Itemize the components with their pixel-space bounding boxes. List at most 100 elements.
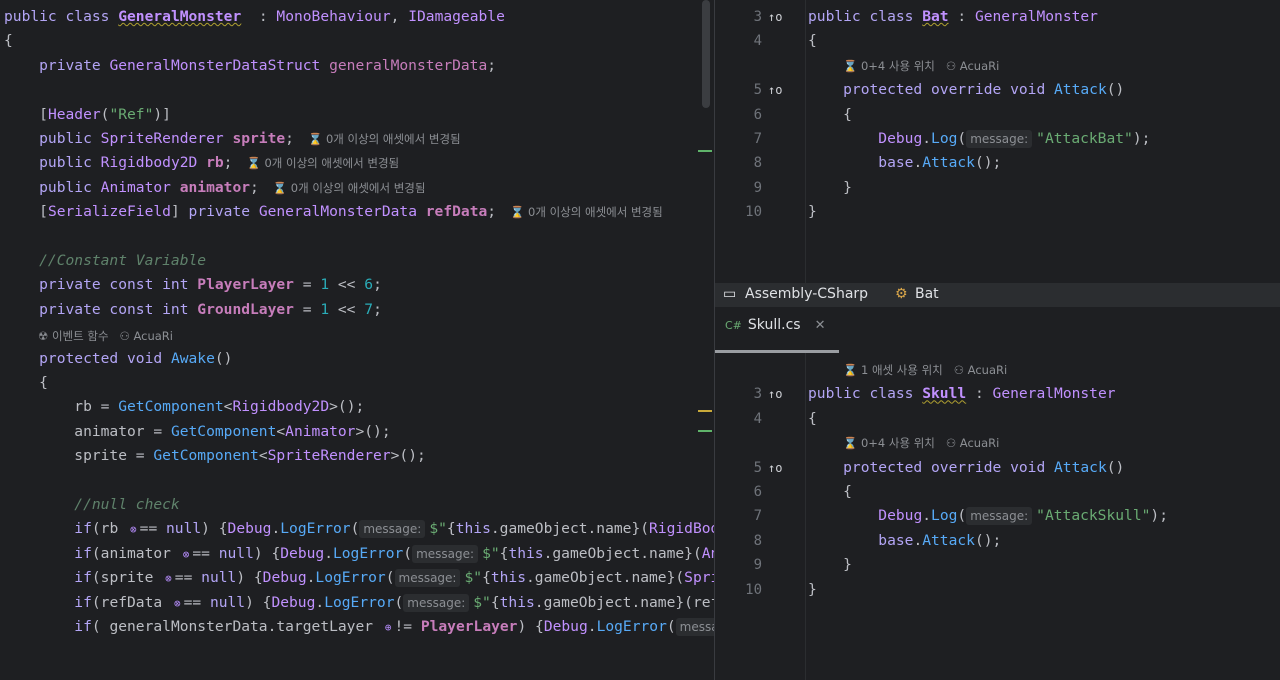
code-line[interactable]: private const int GroundLayer = 1 << 7; [4, 298, 382, 322]
code-token: Awake [170, 349, 215, 367]
code-line[interactable]: [SerializeField] private GeneralMonsterD… [4, 200, 496, 224]
line-number: 3 [753, 9, 762, 25]
code-line[interactable]: //Constant Variable [4, 249, 206, 273]
code-line[interactable]: } [808, 176, 852, 200]
code-token: this [490, 569, 527, 587]
code-line[interactable]: protected void Awake() [4, 347, 232, 371]
ide-root: public class GeneralMonster : MonoBehavi… [0, 0, 1280, 680]
code-vision-hint[interactable]: ⌛ 0개 이상의 애셋에서 변경됨 [510, 201, 663, 223]
code-line[interactable]: } [808, 200, 817, 224]
code-vision-hint[interactable]: ⌛ 1 애셋 사용 위치 ⚇ AcuaRi [843, 359, 1007, 381]
editor-skull[interactable]: ⌛ 1 애셋 사용 위치 ⚇ AcuaRi 3 ↑o public class Sku… [715, 353, 1280, 680]
code-line[interactable]: public class GeneralMonster : MonoBehavi… [4, 5, 505, 29]
tab-skull[interactable]: C# Skull.cs ✕ [725, 317, 825, 333]
code-line[interactable]: { [4, 371, 48, 395]
code-line[interactable]: private const int PlayerLayer = 1 << 6; [4, 273, 382, 297]
editor-general-monster[interactable]: public class GeneralMonster : MonoBehavi… [0, 0, 714, 680]
code-line[interactable]: rb = GetComponent<Rigidbody2D>(); [4, 395, 364, 419]
code-vision-hint[interactable]: ⌛ 0+4 사용 위치 ⚇ AcuaRi [843, 432, 999, 454]
code-token: rb [206, 154, 224, 172]
code-line[interactable]: { [808, 407, 817, 431]
editor-bat[interactable]: 3 ↑o public class Bat : GeneralMonster 4 {⌛ … [715, 0, 1280, 283]
code-token: ( [385, 569, 395, 587]
code-line[interactable]: base.Attack(); [808, 151, 1001, 175]
code-token: { [4, 374, 48, 391]
inlay-icon: ⊕ [384, 621, 392, 634]
code-token: Skull [922, 385, 967, 403]
code-token: } [808, 556, 852, 574]
override-gutter-icon[interactable]: ↑o [768, 456, 782, 480]
code-token: () [1106, 458, 1125, 476]
code-token: Attack [1054, 458, 1107, 476]
code-vision-hint[interactable]: ⌛ 0개 이상의 애셋에서 변경됨 [246, 152, 399, 174]
code-token: ; [487, 56, 497, 74]
vertical-scrollbar[interactable] [702, 0, 710, 108]
code-line[interactable]: { [808, 29, 817, 53]
close-icon[interactable]: ✕ [815, 318, 826, 333]
override-gutter-icon[interactable]: ↑o [768, 382, 782, 406]
code-line[interactable]: protected override void Attack() [808, 456, 1124, 480]
inlay-icon: ⊗ [182, 547, 190, 561]
code-token: "AttackBat" [1036, 130, 1133, 147]
code-line[interactable]: animator = GetComponent<Animator>(); [4, 420, 390, 444]
code-token: "Ref" [109, 105, 154, 123]
code-token: : [966, 385, 993, 403]
code-line[interactable]: public class Skull : GeneralMonster [808, 382, 1116, 406]
code-line[interactable]: public class Bat : GeneralMonster [808, 5, 1098, 29]
code-line[interactable]: public SpriteRenderer sprite; [4, 127, 294, 151]
breadcrumb-class[interactable]: Bat [915, 286, 939, 302]
code-vision-hint[interactable]: ⌛ 0개 이상의 애셋에서 변경됨 [308, 128, 461, 150]
code-vision-hint[interactable]: ⌛ 0개 이상의 애셋에서 변경됨 [273, 177, 426, 199]
code-token: GetComponent [170, 422, 277, 440]
code-line[interactable]: if(rb ⊗ == null) {Debug.LogError(message:… [4, 517, 714, 541]
code-line[interactable]: if(sprite ⊗ == null) {Debug.LogError(mess… [4, 566, 714, 590]
code-line[interactable]: if( generalMonsterData.targetLayer ⊕ != P… [4, 615, 714, 639]
code-token: ( [350, 520, 360, 538]
code-token: () [1106, 81, 1125, 99]
code-token: null [209, 593, 246, 611]
code-line[interactable]: Debug.Log(message: "AttackBat"); [808, 127, 1150, 151]
parameter-hint: messa [675, 618, 714, 636]
code-token: protected void [4, 349, 171, 367]
code-token: Attack [1054, 81, 1107, 99]
code-line[interactable]: //null check [4, 493, 179, 517]
code-token: 1 [320, 276, 330, 294]
code-line[interactable]: if(animator ⊗ == null) {Debug.LogError(me… [4, 542, 714, 566]
code-line[interactable]: protected override void Attack() [808, 78, 1124, 102]
code-token: generalMonsterData [329, 56, 488, 74]
code-token: .gameObject.name}( [543, 544, 702, 562]
code-token: == [192, 544, 219, 562]
code-line[interactable]: if(refData ⊗ == null) {Debug.LogError(mes… [4, 591, 714, 615]
override-gutter-icon[interactable]: ↑o [768, 78, 782, 102]
code-line[interactable]: [Header("Ref")] [4, 103, 171, 127]
code-token: $" [482, 544, 500, 562]
code-vision-hint[interactable]: ⌛ 0+4 사용 위치 ⚇ AcuaRi [843, 55, 999, 77]
breadcrumb-project[interactable]: Assembly-CSharp [745, 286, 868, 302]
code-token: GeneralMonsterData [258, 203, 426, 221]
code-token: == [183, 593, 210, 611]
code-token: < [258, 447, 268, 465]
code-line[interactable]: } [808, 578, 817, 602]
code-line[interactable]: sprite = GetComponent<SpriteRenderer>(); [4, 444, 426, 468]
code-token: public class [4, 8, 119, 25]
code-token: //Constant Variable [4, 252, 207, 269]
code-line[interactable]: { [4, 29, 13, 53]
code-token: LogError [280, 520, 351, 538]
code-line[interactable]: { [808, 103, 852, 127]
project-icon: ▭ [723, 286, 737, 302]
code-line[interactable]: public Animator animator; [4, 176, 259, 200]
code-line[interactable]: base.Attack(); [808, 529, 1001, 553]
code-token: ; [373, 300, 382, 318]
code-line[interactable]: public Rigidbody2D rb; [4, 151, 232, 175]
code-line[interactable]: { [808, 480, 852, 504]
code-vision-hint[interactable]: ☢ 이벤트 함수 ⚇ AcuaRi [38, 325, 173, 347]
code-token: Debug [280, 544, 325, 562]
code-line[interactable]: } [808, 553, 852, 577]
code-token: animator = [4, 422, 171, 440]
code-token: . [587, 618, 597, 635]
code-line[interactable]: private GeneralMonsterDataStruct general… [4, 54, 496, 78]
code-line[interactable]: Debug.Log(message: "AttackSkull"); [808, 504, 1168, 528]
tab-strip: C# Skull.cs ✕ [715, 307, 1280, 354]
override-gutter-icon[interactable]: ↑o [768, 5, 782, 29]
code-token: } [808, 203, 817, 221]
